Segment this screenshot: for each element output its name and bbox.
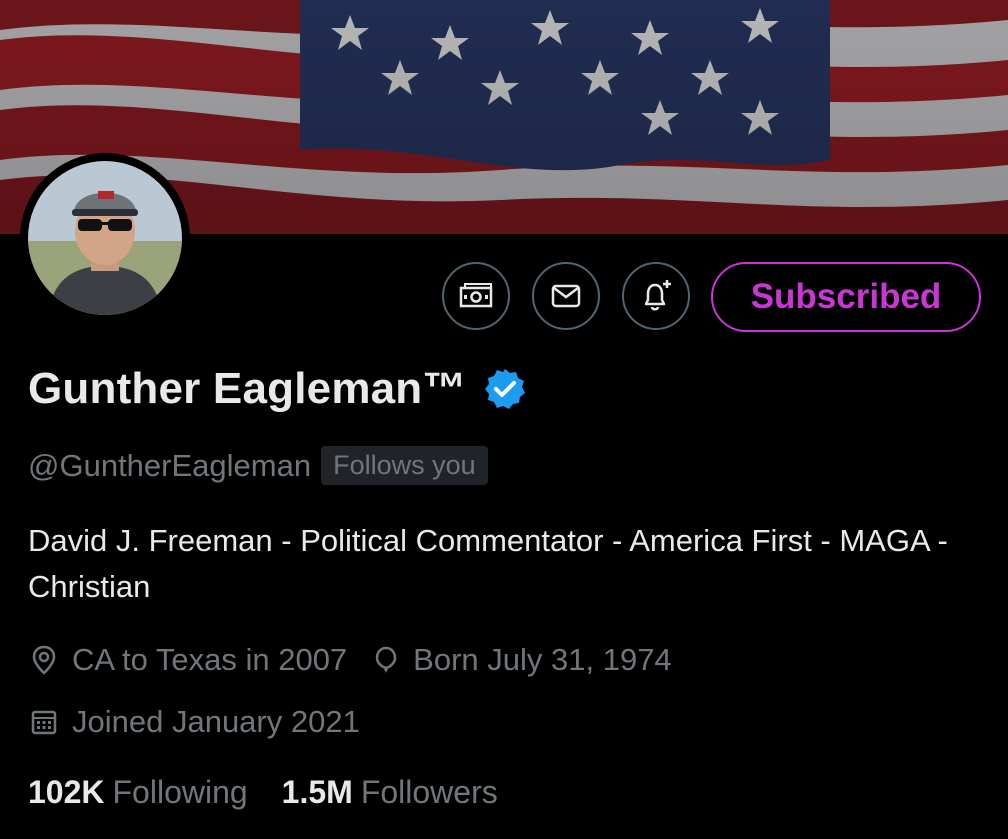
following-link[interactable]: 102K Following xyxy=(28,774,248,811)
calendar-icon xyxy=(31,710,57,735)
mail-icon xyxy=(551,284,581,308)
profile-avatar[interactable] xyxy=(20,153,190,323)
message-button[interactable] xyxy=(532,262,600,330)
verified-badge-icon[interactable] xyxy=(483,367,527,411)
joined-item: Joined January 2021 xyxy=(30,704,360,740)
notify-button[interactable] xyxy=(622,262,690,330)
bell-plus-icon xyxy=(644,280,671,311)
location-item: CA to Texas in 2007 xyxy=(30,642,347,678)
follows-you-badge: Follows you xyxy=(321,446,488,485)
birthday-text: Born July 31, 1974 xyxy=(413,642,672,677)
followers-link[interactable]: 1.5M Followers xyxy=(282,774,498,811)
following-count: 102K xyxy=(28,774,105,810)
money-icon xyxy=(459,283,493,308)
location-text: CA to Texas in 2007 xyxy=(72,642,348,677)
followers-count: 1.5M xyxy=(281,774,353,810)
balloon-icon xyxy=(375,646,397,673)
display-name: Gunther Eagleman™ xyxy=(28,364,467,413)
handle-row: @GuntherEagleman Follows you xyxy=(28,446,488,485)
display-name-row: Gunther Eagleman™ xyxy=(28,364,527,414)
profile-bio: David J. Freeman - Political Commentator… xyxy=(28,523,948,604)
tip-button[interactable] xyxy=(442,262,510,330)
username-handle: @GuntherEagleman xyxy=(28,447,312,483)
avatar-photo xyxy=(28,161,182,315)
following-label: Following xyxy=(112,774,248,810)
followers-label: Followers xyxy=(360,774,498,810)
birthday-item: Born July 31, 1974 xyxy=(373,642,672,678)
follow-stats: 102K Following 1.5M Followers xyxy=(28,774,498,811)
subscribed-button[interactable]: Subscribed xyxy=(711,262,981,332)
joined-text: Joined January 2021 xyxy=(72,704,360,739)
location-pin-icon xyxy=(32,645,56,675)
profile-joined-row: Joined January 2021 xyxy=(30,704,360,740)
profile-meta-row: CA to Texas in 2007 Born July 31, 1974 xyxy=(30,642,672,678)
